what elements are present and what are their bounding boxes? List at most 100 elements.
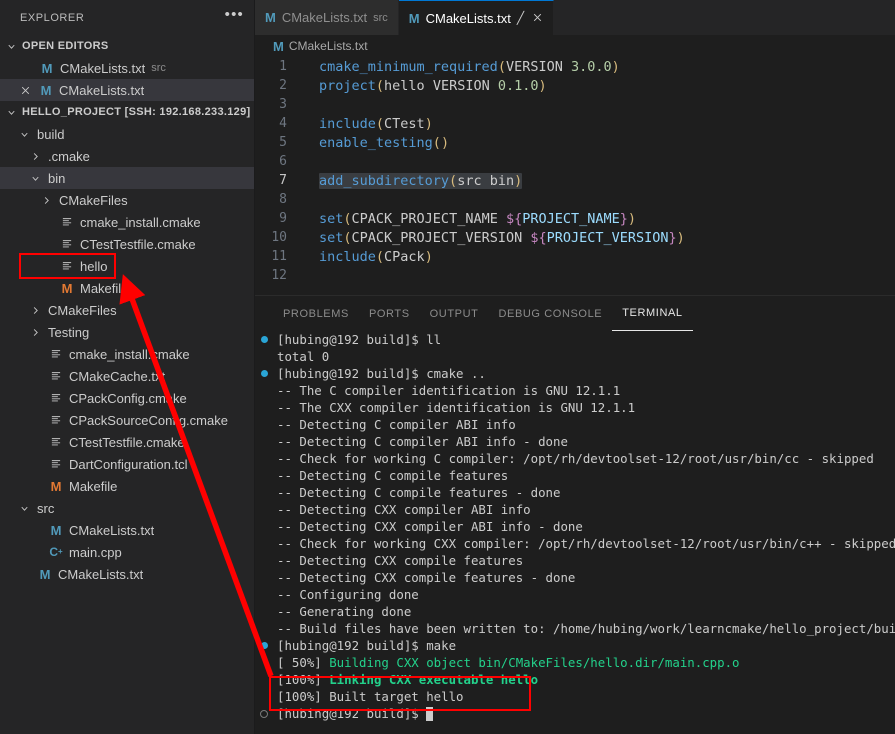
panel-tab-ports[interactable]: PORTS [359,296,420,331]
line-number: 4 [279,116,287,131]
line-number: 1 [279,59,287,74]
open-editor-item-0[interactable]: M CMakeLists.txt src [0,57,254,79]
tree-item-makefile[interactable]: M Makefile [0,277,254,299]
code-line-3[interactable]: 3 [255,95,895,114]
tab-cmakelists-root[interactable]: M CMakeLists.txt ╱ [398,0,555,35]
code-line-9[interactable]: 9 set(CPACK_PROJECT_NAME ${PROJECT_NAME}) [255,209,895,228]
terminal-line: [hubing@192 build]$ make [255,637,895,654]
breadcrumb[interactable]: M CMakeLists.txt [255,35,895,57]
code-line-8[interactable]: 8 [255,190,895,209]
line-number: 5 [279,135,287,150]
tree-item-dartconfiguration-tcl[interactable]: DartConfiguration.tcl [0,453,254,475]
markdown-file-icon: M [41,60,53,76]
terminal-output[interactable]: [hubing@192 build]$ ll total 0 [hubing@192… [255,331,895,734]
terminal-line: -- The C compiler identification is GNU … [255,382,895,399]
tree-item-label: CMakeFiles [48,302,117,318]
tree-item-src[interactable]: src [0,497,254,519]
config-file-icon [48,456,64,472]
tree-item-label: bin [48,170,66,186]
tree-item-cmakecache-txt[interactable]: CMakeCache.txt [0,365,254,387]
code-text: cmake_minimum_required(VERSION 3.0.0) [319,58,620,75]
chevron-down-icon [16,126,32,142]
chevron-right-icon [38,192,54,208]
tree-item-label: Makefile [80,280,129,296]
open-editors-list: M CMakeLists.txt src M CMakeLists.txt [0,57,254,101]
tree-item-label: DartConfiguration.tcl [69,456,188,472]
file-tree: build .cmake bin CMakeFiles cmake_install.cm… [0,123,254,585]
tree-item-cmake-install-cmake[interactable]: cmake_install.cmake [0,211,254,233]
command-decoration-icon [255,642,273,649]
tree-item-bin[interactable]: bin [0,167,254,189]
code-line-12[interactable]: 12 [255,266,895,285]
tree-item--cmake[interactable]: .cmake [0,145,254,167]
tree-item-main-cpp[interactable]: C + main.cpp [0,541,254,563]
tree-item-label: cmake_install.cmake [69,346,190,362]
panel-tab-problems[interactable]: PROBLEMS [273,296,359,331]
tree-item-testing[interactable]: Testing [0,321,254,343]
tree-item-cpacksourceconfig-cmake[interactable]: CPackSourceConfig.cmake [0,409,254,431]
section-workspace[interactable]: HELLO_PROJECT [SSH: 192.168.233.129] [0,101,254,123]
terminal-line: -- Detecting C compile features [255,467,895,484]
tree-item-build[interactable]: build [0,123,254,145]
terminal-line: -- Configuring done [255,586,895,603]
chevron-down-icon [3,104,19,120]
tree-item-cmakelists-txt[interactable]: M CMakeLists.txt [0,519,254,541]
makefile-icon: M [61,280,73,296]
panel-tab-terminal[interactable]: TERMINAL [612,296,693,331]
config-file-icon [48,412,64,428]
tab-cmakelists-src[interactable]: M CMakeLists.txt src [255,0,399,35]
tab-label: CMakeLists.txt [281,10,368,25]
tree-item-cmakelists-txt[interactable]: M CMakeLists.txt [0,563,254,585]
tree-item-cmake-install-cmake[interactable]: cmake_install.cmake [0,343,254,365]
tree-item-label: CMakeLists.txt [58,566,144,582]
code-line-4[interactable]: 4 include(CTest) [255,114,895,133]
chevron-right-icon [27,324,43,340]
tree-item-hello[interactable]: hello [0,255,254,277]
tree-item-makefile[interactable]: M Makefile [0,475,254,497]
terminal-line-text: -- Configuring done [277,587,419,602]
cpp-file-icon: C + [49,545,63,559]
close-icon[interactable] [17,82,33,98]
editor-tabbar: M CMakeLists.txt src M CMakeLists.txt ╱ [255,0,895,35]
tree-item-cmakefiles[interactable]: CMakeFiles [0,299,254,321]
chevron-down-icon [16,500,32,516]
code-editor[interactable]: 1 cmake_minimum_required(VERSION 3.0.0) 2 p… [255,57,895,295]
tree-item-ctesttestfile-cmake[interactable]: CTestTestfile.cmake [0,431,254,453]
code-line-10[interactable]: 10 set(CPACK_PROJECT_VERSION ${PROJECT_VE… [255,228,895,247]
chevron-down-icon [27,170,43,186]
more-actions-icon[interactable]: ••• [225,7,244,26]
close-icon[interactable] [532,11,543,26]
code-text: include(CTest) [319,115,433,132]
panel-tab-debug-console[interactable]: DEBUG CONSOLE [488,296,612,331]
code-line-1[interactable]: 1 cmake_minimum_required(VERSION 3.0.0) [255,57,895,76]
terminal-line-text: -- Build files have been written to: /ho… [277,621,895,636]
terminal-line-text: -- Detecting C compiler ABI info - done [277,434,568,449]
code-text: project(hello VERSION 0.1.0) [319,77,547,94]
code-line-5[interactable]: 5 enable_testing() [255,133,895,152]
code-line-6[interactable]: 6 [255,152,895,171]
tree-item-cmakefiles[interactable]: CMakeFiles [0,189,254,211]
terminal-line: -- Detecting CXX compiler ABI info - don… [255,518,895,535]
open-editor-item-1[interactable]: M CMakeLists.txt [0,79,254,101]
chevron-down-icon [3,38,19,54]
tree-item-label: CMakeCache.txt [69,368,166,384]
terminal-line-text: -- Generating done [277,604,412,619]
section-open-editors[interactable]: OPEN EDITORS [0,35,254,57]
editor-area: M CMakeLists.txt src M CMakeLists.txt ╱ … [255,0,895,734]
terminal-line: -- Generating done [255,603,895,620]
terminal-line: -- Check for working CXX compiler: /opt/… [255,535,895,552]
markdown-file-icon: M [50,522,62,538]
tree-item-label: CMakeLists.txt [69,522,155,538]
panel-tab-output[interactable]: OUTPUT [420,296,489,331]
tree-item-cpackconfig-cmake[interactable]: CPackConfig.cmake [0,387,254,409]
tree-item-ctesttestfile-cmake[interactable]: CTestTestfile.cmake [0,233,254,255]
code-line-7[interactable]: 7 add_subdirectory(src bin) [255,171,895,190]
code-text: add_subdirectory(src bin) [319,172,523,189]
terminal-line-text: [100%] Linking CXX executable hello [277,672,539,687]
code-line-2[interactable]: 2 project(hello VERSION 0.1.0) [255,76,895,95]
line-number: 7 [279,173,287,188]
terminal-line-text: -- Detecting CXX compile features - done [277,570,576,585]
code-line-11[interactable]: 11 include(CPack) [255,247,895,266]
section-open-editors-label: OPEN EDITORS [22,40,109,52]
explorer-title: EXPLORER [20,11,85,24]
